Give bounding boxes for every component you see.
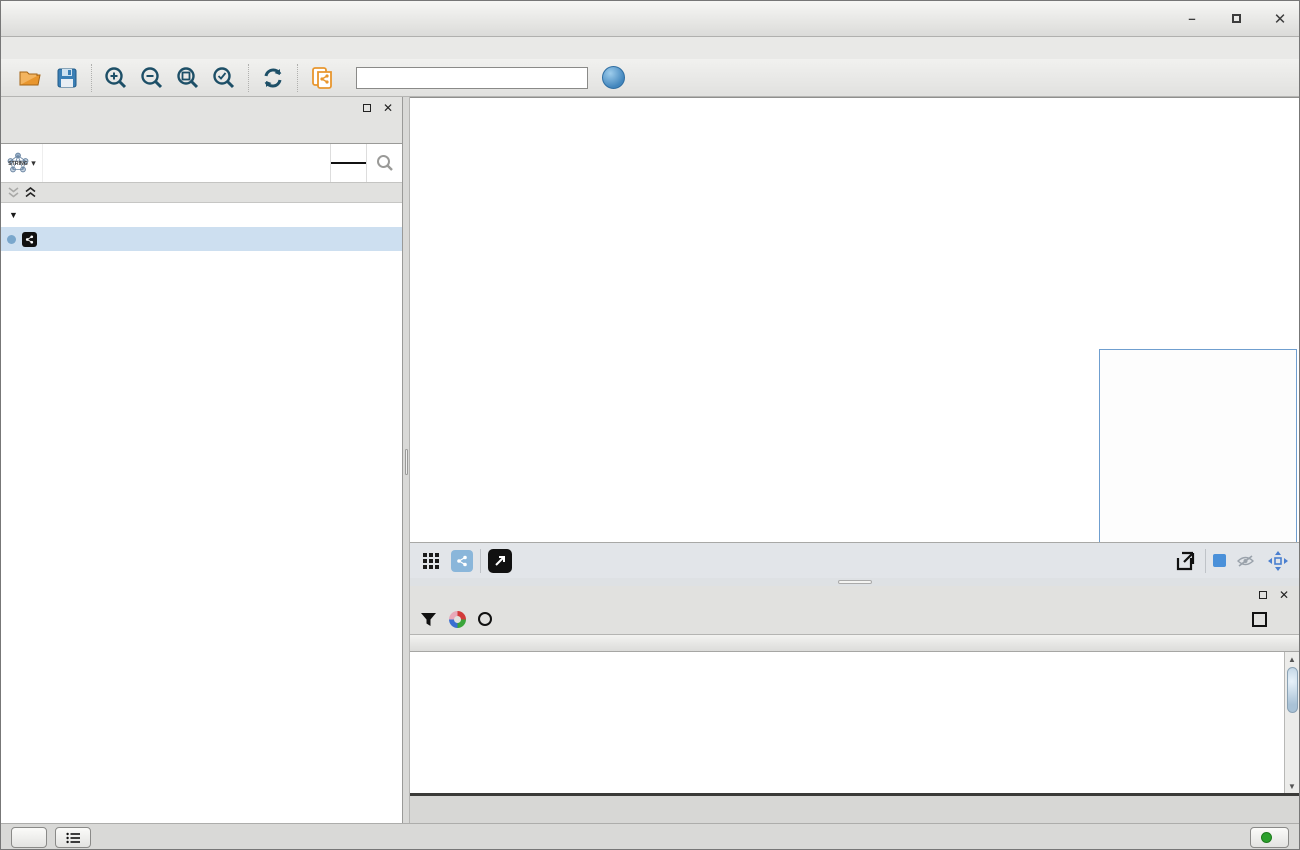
string-protein-dropdown[interactable]: STRING ▾ bbox=[1, 144, 43, 182]
open-file-button[interactable] bbox=[18, 65, 44, 91]
svg-text:STRING: STRING bbox=[8, 161, 28, 167]
select-rows-icon[interactable] bbox=[1252, 612, 1267, 627]
table-column-headers bbox=[410, 634, 1299, 652]
list-icon bbox=[66, 832, 81, 844]
string-options-menu-icon[interactable] bbox=[330, 144, 366, 182]
minimize-button[interactable]: – bbox=[1185, 12, 1199, 26]
network-row-selected[interactable] bbox=[1, 227, 402, 251]
grid-view-icon[interactable] bbox=[418, 548, 444, 574]
control-panel: ✕ STRING ▾ bbox=[1, 97, 403, 823]
birds-eye-view[interactable] bbox=[1099, 349, 1297, 542]
task-list-button[interactable] bbox=[55, 827, 91, 848]
table-tabs bbox=[410, 796, 1299, 823]
help-button[interactable] bbox=[602, 66, 625, 89]
string-logo-icon: STRING bbox=[7, 152, 29, 174]
hidden-nodes-badge[interactable] bbox=[1237, 555, 1258, 567]
current-network-bullet bbox=[7, 235, 16, 244]
network-selection-bar bbox=[1, 183, 402, 203]
string-query-bar: STRING ▾ bbox=[1, 143, 402, 183]
detach-view-icon[interactable] bbox=[488, 549, 512, 573]
memory-status-dot bbox=[1261, 832, 1272, 843]
tree-collapse-icon[interactable]: ▼ bbox=[9, 210, 18, 220]
ring-icon[interactable] bbox=[478, 612, 492, 626]
float-panel-icon[interactable] bbox=[361, 102, 373, 114]
enrichment-toolbar bbox=[410, 604, 1299, 634]
expand-all-icon[interactable] bbox=[24, 187, 37, 198]
network-collection-row[interactable]: ▼ bbox=[1, 203, 402, 227]
control-panel-tabs bbox=[1, 119, 402, 143]
cloud-tasks-button[interactable] bbox=[11, 827, 47, 848]
status-bar bbox=[1, 823, 1299, 850]
menu-bar bbox=[1, 37, 1299, 59]
string-search-icon[interactable] bbox=[366, 144, 402, 182]
network-tree: ▼ bbox=[1, 203, 402, 823]
chevron-down-icon: ▾ bbox=[31, 158, 36, 169]
table-panel: ✕ ▲ bbox=[410, 586, 1299, 796]
table-float-icon[interactable] bbox=[1257, 589, 1269, 601]
title-bar: – ✕ bbox=[1, 1, 1299, 37]
refresh-button[interactable] bbox=[260, 65, 286, 91]
close-panel-icon[interactable]: ✕ bbox=[382, 102, 394, 114]
filter-icon[interactable] bbox=[420, 612, 437, 627]
navigate-compass-icon[interactable] bbox=[1265, 548, 1291, 574]
save-session-button[interactable] bbox=[54, 65, 80, 91]
panel-menu-icon[interactable] bbox=[340, 102, 352, 114]
network-view-toolbar bbox=[410, 542, 1299, 578]
maximize-button[interactable] bbox=[1229, 12, 1243, 26]
scrollbar-thumb[interactable] bbox=[1287, 667, 1298, 713]
table-scrollbar[interactable]: ▲ ▼ bbox=[1284, 652, 1299, 793]
enrichment-table: ▲ ▼ bbox=[410, 652, 1299, 796]
scroll-down-icon[interactable]: ▼ bbox=[1286, 780, 1298, 792]
copy-network-button[interactable] bbox=[309, 65, 335, 91]
zoom-in-button[interactable] bbox=[103, 65, 129, 91]
network-canvas[interactable] bbox=[410, 97, 1299, 542]
close-button[interactable]: ✕ bbox=[1273, 12, 1287, 26]
network-share-icon[interactable] bbox=[451, 550, 473, 572]
search-input[interactable] bbox=[356, 67, 588, 89]
zoom-fit-button[interactable] bbox=[175, 65, 201, 91]
network-type-icon bbox=[22, 232, 37, 247]
main-toolbar bbox=[1, 59, 1299, 97]
zoom-selected-button[interactable] bbox=[211, 65, 237, 91]
panel-splitter[interactable] bbox=[403, 97, 410, 823]
table-panel-menu-icon[interactable] bbox=[1236, 589, 1248, 601]
table-close-icon[interactable]: ✕ bbox=[1278, 589, 1290, 601]
collapse-all-icon[interactable] bbox=[7, 187, 20, 198]
app-window: – ✕ bbox=[0, 0, 1300, 850]
chart-donut-icon[interactable] bbox=[449, 611, 466, 628]
scroll-up-icon[interactable]: ▲ bbox=[1286, 653, 1298, 665]
hidden-eye-icon bbox=[1237, 555, 1254, 567]
selected-checkbox-icon bbox=[1213, 554, 1226, 567]
zoom-out-button[interactable] bbox=[139, 65, 165, 91]
selected-nodes-badge[interactable] bbox=[1213, 554, 1230, 567]
memory-button[interactable] bbox=[1250, 827, 1289, 848]
table-splitter[interactable] bbox=[410, 578, 1299, 586]
export-network-icon[interactable] bbox=[1172, 548, 1198, 574]
